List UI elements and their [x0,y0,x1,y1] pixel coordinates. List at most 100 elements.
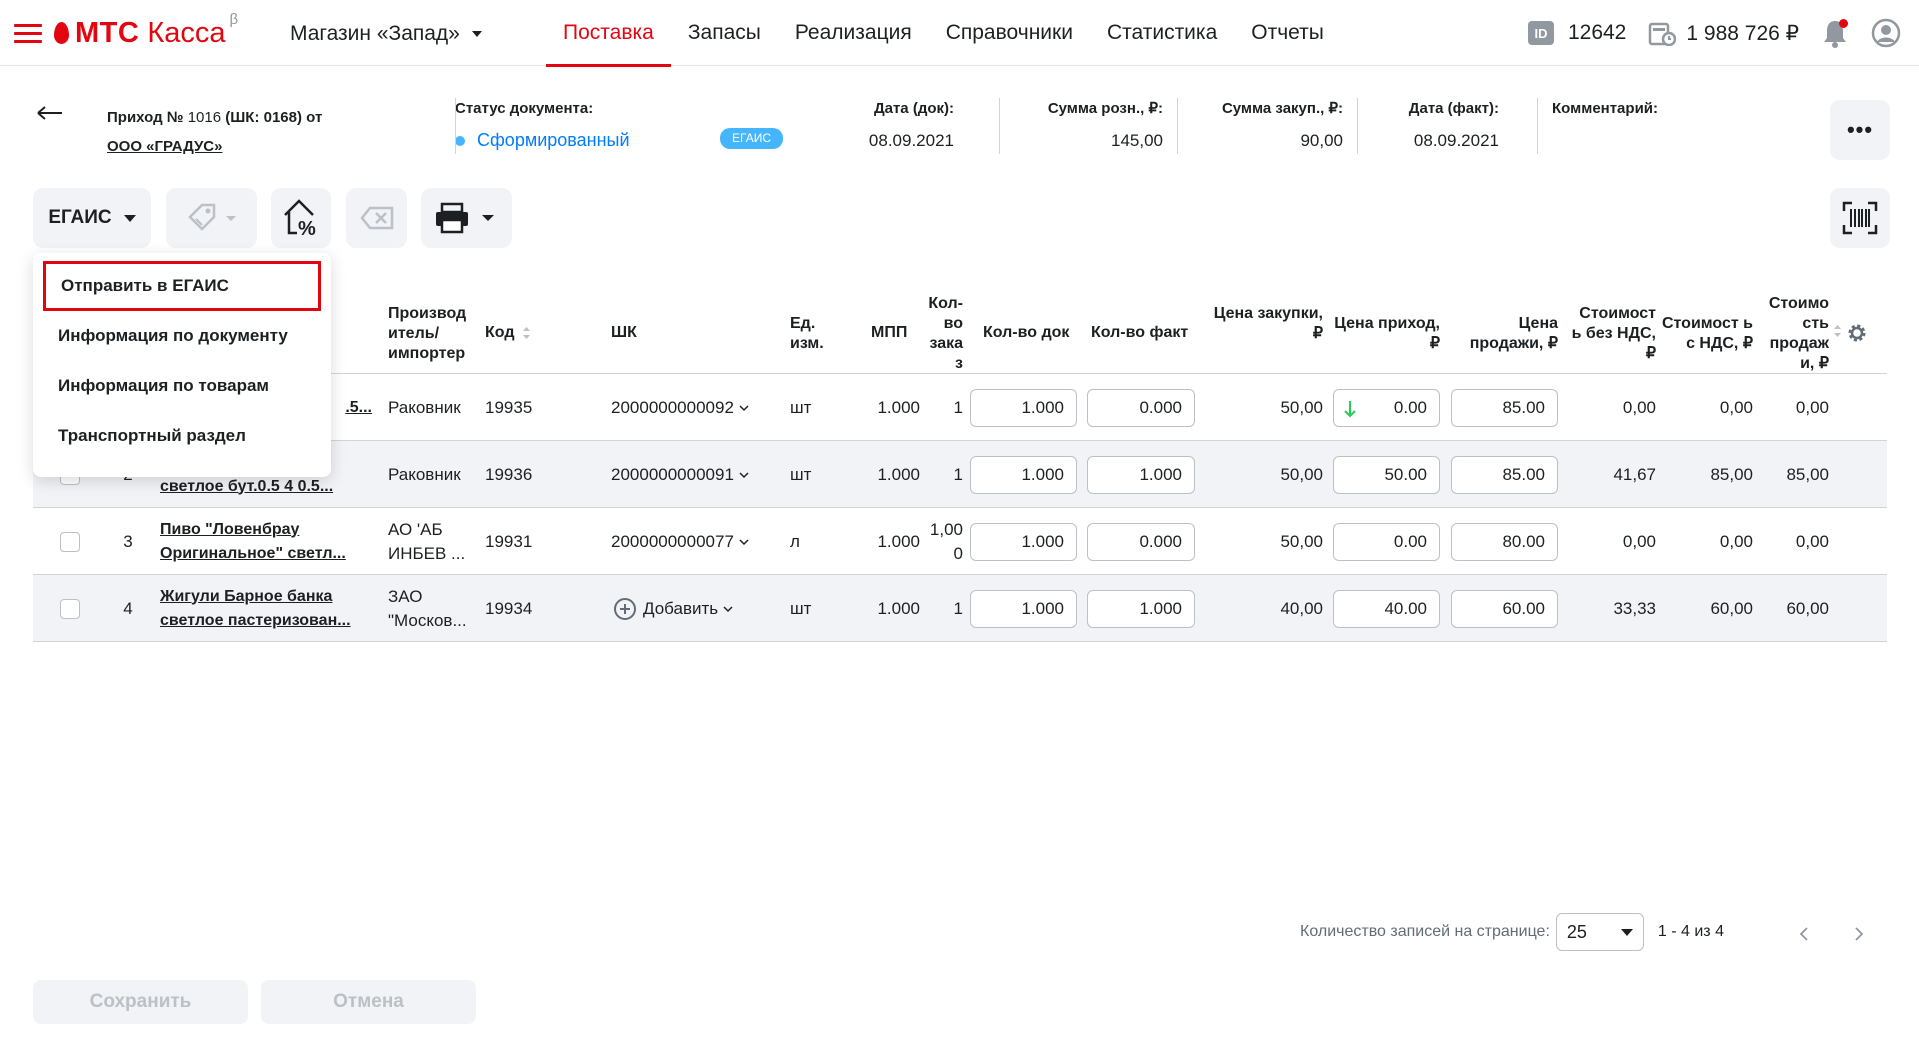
logo[interactable]: МТС Касса β [54,11,238,52]
price-sale-input[interactable]: 80.00 [1451,522,1558,561]
product-name-line1: Пиво "Ловенбрау [160,520,300,538]
cost-no-vat: 33,33 [1613,598,1656,618]
qty-fact-input[interactable]: 0.000 [1087,522,1195,561]
producer: АО 'АБ ИНБЕВ ... [388,508,465,575]
product-name[interactable]: Пиво "Ловенбрау Оригинальное" светл... [160,508,380,575]
add-barcode-button[interactable]: Добавить [613,575,735,642]
row-checkbox[interactable] [60,598,80,619]
qty-doc-input[interactable]: 1.000 [970,589,1077,628]
unit: л [790,531,800,551]
row-checkbox[interactable] [60,531,80,552]
egais-tag: ЕГАИС [720,128,783,149]
qty-fact-input[interactable]: 1.000 [1087,589,1195,628]
qty-doc-input[interactable]: 1.000 [970,522,1077,561]
mpp: 1.000 [877,464,920,484]
unit: шт [790,598,812,618]
nav-otchety[interactable]: Отчеты [1234,0,1341,66]
price-sale-input[interactable]: 85.00 [1451,455,1558,494]
sort-icon[interactable] [1833,324,1842,338]
barcode-select[interactable]: 2000000000077 [611,508,751,575]
save-button[interactable]: Сохранить [33,980,248,1024]
qty-doc-cell: 1.000 [970,374,1077,441]
th-qty-doc: Кол-во док [983,324,1070,341]
caret-down-icon [481,215,494,221]
comment-label: Комментарий: [1552,100,1659,117]
price-in-input[interactable]: 40.00 [1333,589,1440,628]
price-sale-input[interactable]: 60.00 [1451,589,1558,628]
qty-doc-input[interactable]: 1.000 [970,388,1077,427]
cost-vat: 60,00 [1710,598,1753,618]
user-avatar-icon[interactable] [1871,18,1901,48]
row-number: 4 [123,598,133,618]
nav-zapasy[interactable]: Запасы [671,0,778,66]
barcode-value: 2000000000077 [611,531,734,551]
egais-menu-button[interactable]: ЕГАИС [33,188,151,248]
scan-barcode-button[interactable] [1830,188,1890,248]
nav-statistika[interactable]: Статистика [1090,0,1234,66]
price-in-input[interactable]: 50.00 [1333,455,1440,494]
producer-line1: ЗАО [388,586,423,606]
product-name-line2: светлое пастеризован... [160,611,351,629]
cost-sale: 60,00 [1786,598,1829,618]
nav-spravochniki[interactable]: Справочники [929,0,1090,66]
menu-icon[interactable] [14,24,42,44]
table-row[interactable]: 3 Пиво "Ловенбрау Оригинальное" светл...… [33,508,1887,575]
product-name-line2: .5... [345,398,372,416]
price-in-input[interactable]: 0.00 [1333,522,1440,561]
menu-item-goods-info[interactable]: Информация по товарам [33,361,331,411]
price-percent-button[interactable]: % [271,188,331,248]
notifications-bell[interactable] [1821,18,1849,48]
price-purchase: 40,00 [1280,598,1323,618]
supplier-link[interactable]: ООО «ГРАДУС» [107,132,322,161]
product-name-line2: светлое бут.0.5 4 0.5... [160,477,334,495]
price-sale-cell: 85.00 [1451,374,1558,441]
cost-sale: 0,00 [1795,531,1829,551]
th-price-sale: Цена продажи, ₽ [1469,315,1558,352]
th-price-purchase: Цена закупки, ₽ [1213,305,1323,342]
next-page-icon[interactable] [1853,926,1865,942]
settings-gear-icon[interactable] [1846,322,1868,344]
per-page-select[interactable]: 25 [1555,913,1644,951]
sum-retail-value: 145,00 [1111,131,1163,150]
code: 19934 [485,598,533,618]
clear-button[interactable] [346,188,407,248]
price-sale-cell: 80.00 [1451,508,1558,575]
egais-dropdown-menu: Отправить в ЕГАИС Информация по документ… [33,253,331,477]
price-in-input[interactable]: 0.00 [1333,388,1440,427]
logo-brand: МТС [75,16,140,49]
print-button[interactable] [421,188,512,248]
prev-page-icon[interactable] [1798,926,1810,942]
qty-order: 1,00 0 [929,519,963,563]
doc-barcode-part: (ШК: 0168) от [225,109,323,126]
row-checkbox-cell [60,575,80,642]
menu-item-send-egais[interactable]: Отправить в ЕГАИС [43,261,321,311]
menu-item-transport[interactable]: Транспортный раздел [33,411,331,461]
price-sale-input[interactable]: 85.00 [1451,388,1558,427]
top-bar: МТС Касса β Магазин «Запад» Поставка Зап… [0,0,1919,67]
sort-icon [523,326,531,339]
nav-realizaciya[interactable]: Реализация [778,0,929,66]
price-sale-cell: 60.00 [1451,575,1558,642]
nav-postavka[interactable]: Поставка [546,0,671,67]
price-tag-button[interactable] [166,188,257,248]
top-right-area: ID 12642 1 988 726 ₽ [1527,14,1901,52]
table-row[interactable]: 4 Жигули Барное банка светлое пастеризов… [33,575,1887,642]
producer-line2: "Москов... [388,610,467,630]
cancel-button[interactable]: Отмена [261,980,476,1024]
product-name[interactable]: Жигули Барное банка светлое пастеризован… [160,575,380,642]
qty-fact-input[interactable]: 0.000 [1087,388,1195,427]
barcode-select[interactable]: 2000000000091 [611,441,751,508]
cost-no-vat: 0,00 [1622,531,1656,551]
menu-item-doc-info[interactable]: Информация по документу [33,311,331,361]
qty-doc-cell: 1.000 [970,441,1077,508]
barcode-select[interactable]: 2000000000092 [611,374,751,441]
more-options-button[interactable]: ••• [1830,100,1890,160]
sum-purchase-value: 90,00 [1300,131,1343,150]
back-arrow-icon[interactable] [36,105,64,121]
price-purchase: 50,00 [1280,531,1323,551]
qty-order: 1 [953,598,963,618]
th-code[interactable]: Код [485,323,531,343]
qty-fact-input[interactable]: 1.000 [1087,455,1195,494]
store-selector[interactable]: Магазин «Запад» [290,22,482,46]
qty-doc-input[interactable]: 1.000 [970,455,1077,494]
